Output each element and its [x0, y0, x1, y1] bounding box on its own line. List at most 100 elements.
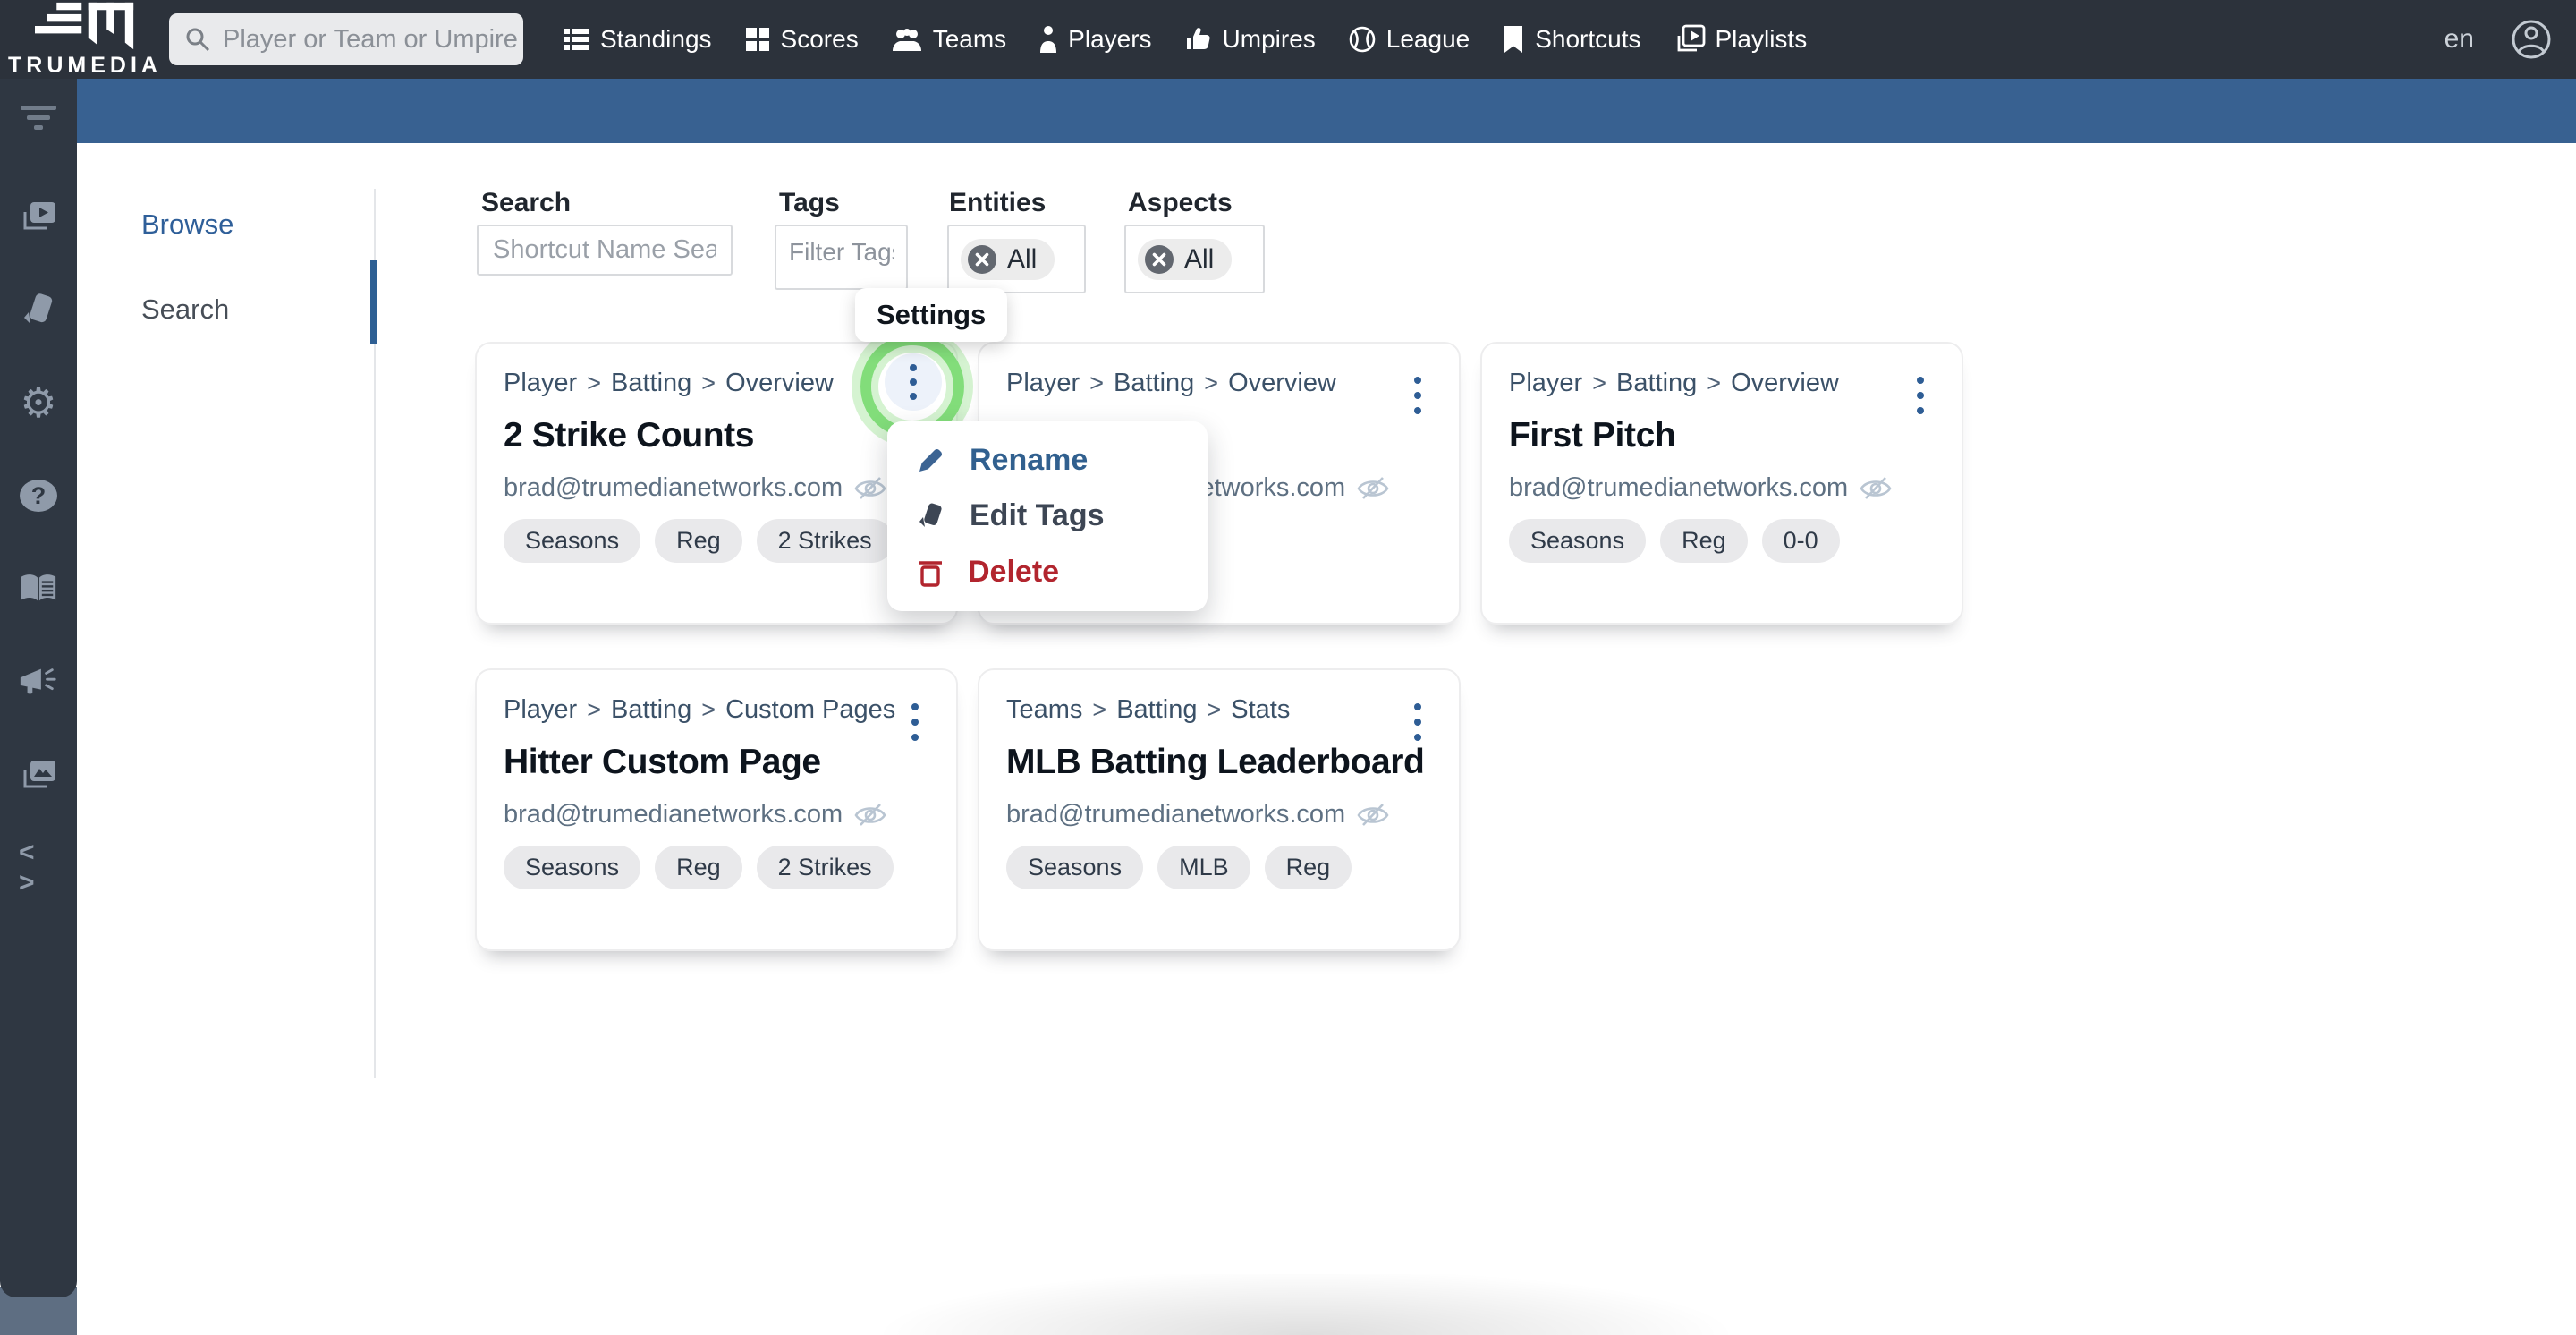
card-menu-button[interactable] — [1902, 369, 1938, 422]
entities-value: All — [1007, 243, 1038, 274]
shortcut-card[interactable]: Player > Batting > Overview 2 Strike Count… — [475, 342, 958, 625]
scores-icon — [744, 26, 771, 53]
nav-label: Shortcuts — [1535, 25, 1641, 53]
gear-icon[interactable]: ⚙ — [19, 382, 58, 423]
book-icon[interactable] — [19, 569, 58, 608]
subnav-item-search[interactable]: Search — [141, 293, 229, 326]
owner-email: brad@trumedianetworks.com — [1509, 473, 1849, 502]
card-menu-button[interactable] — [1400, 369, 1436, 422]
account-icon[interactable] — [2510, 18, 2553, 61]
nav-label: League — [1385, 25, 1470, 53]
shortcut-title: 2 Strike Counts — [504, 416, 755, 455]
subnav-item-browse[interactable]: Browse — [141, 208, 233, 241]
tag-icon — [916, 501, 946, 531]
playlists-icon — [1674, 24, 1706, 55]
card-menu-button[interactable] — [1400, 695, 1436, 749]
breadcrumb: Teams > Batting > Stats — [1006, 695, 1291, 724]
remove-filter-icon[interactable] — [1143, 243, 1175, 276]
menu-item-delete[interactable]: Delete — [887, 546, 1208, 599]
nav-item-teams[interactable]: Teams — [891, 25, 1006, 54]
card-menu-button[interactable] — [885, 353, 942, 411]
breadcrumb: Player > Batting > Custom Pages — [504, 695, 896, 724]
entities-all-pill[interactable]: All — [961, 238, 1055, 280]
pencil-icon — [916, 445, 946, 475]
chevron-right-icon: > — [587, 370, 601, 396]
code-icon[interactable]: < > — [19, 838, 58, 897]
nav-item-umpires[interactable]: Umpires — [1184, 25, 1316, 54]
settings-tooltip: Settings — [855, 288, 1008, 342]
nav-item-playlists[interactable]: Playlists — [1674, 24, 1808, 55]
nav-item-scores[interactable]: Scores — [744, 25, 859, 54]
trumedia-logo[interactable]: TRUMEDIA — [8, 1, 162, 78]
chevron-right-icon: > — [1089, 370, 1104, 396]
tag-chip: 0-0 — [1761, 519, 1840, 563]
breadcrumb: Player > Batting > Overview — [1509, 369, 1839, 397]
megaphone-icon[interactable] — [19, 662, 58, 702]
filter-entities-label: Entities — [949, 188, 1046, 217]
chevron-right-icon: > — [1592, 370, 1606, 396]
nav-label: Players — [1068, 25, 1152, 53]
brand-name: TRUMEDIA — [8, 52, 162, 78]
players-icon — [1038, 25, 1058, 54]
teams-icon — [891, 26, 923, 53]
remove-filter-icon[interactable] — [966, 243, 998, 276]
nav-item-players[interactable]: Players — [1038, 25, 1152, 54]
owner-email: brad@trumedianetworks.com — [1006, 800, 1346, 829]
shortcut-title: MLB Batting Leaderboard — [1006, 743, 1425, 781]
images-icon[interactable] — [19, 755, 58, 795]
nav-item-league[interactable]: League — [1348, 25, 1470, 54]
tag-chip: 2 Strikes — [756, 519, 894, 563]
filter-tags-input[interactable] — [776, 226, 906, 273]
nav-label: Playlists — [1715, 25, 1808, 53]
tag-list: Seasons Reg 2 Strikes — [504, 846, 929, 889]
aspects-value: All — [1184, 243, 1215, 274]
chevron-right-icon: > — [701, 370, 716, 396]
tag-chip: MLB — [1157, 846, 1250, 889]
chevron-right-icon: > — [587, 696, 601, 723]
nav-label: Umpires — [1222, 25, 1316, 53]
breadcrumb: Player > Batting > Overview — [1006, 369, 1336, 397]
tag-chip: Reg — [1264, 846, 1352, 889]
nav-item-standings[interactable]: Standings — [562, 25, 712, 54]
shortcut-card[interactable]: Player > Batting > Custom Pages Hitter Cus… — [475, 668, 958, 951]
league-icon — [1348, 25, 1377, 54]
bottom-shadow — [809, 1274, 1802, 1335]
tag-list: Seasons MLB Reg — [1006, 846, 1432, 889]
tags-stack-icon[interactable] — [19, 290, 58, 329]
global-search-input[interactable] — [223, 24, 560, 55]
language-selector[interactable]: en — [2445, 24, 2474, 55]
filter-aspects-field[interactable]: All — [1124, 225, 1265, 293]
filter-entities-field[interactable]: All — [947, 225, 1086, 293]
topbar-right: en — [2445, 0, 2553, 79]
shortcut-search-field[interactable] — [477, 225, 733, 276]
help-icon[interactable]: ? — [19, 476, 58, 515]
card-context-menu: Rename Edit Tags Delete — [887, 421, 1208, 611]
side-rail: ⚙ ? < > — [0, 79, 77, 1297]
trumedia-logo-icon — [32, 1, 138, 51]
tag-chip: Reg — [655, 519, 742, 563]
shortcuts-icon — [1502, 25, 1525, 54]
tag-chip: 2 Strikes — [756, 846, 894, 889]
subnav-active-indicator — [370, 260, 377, 344]
nav-label: Scores — [780, 25, 859, 53]
eye-off-icon — [853, 801, 887, 829]
chevron-right-icon: > — [1204, 370, 1219, 396]
chevron-right-icon: > — [1707, 370, 1722, 396]
aspects-all-pill[interactable]: All — [1138, 238, 1233, 280]
filter-tags-field[interactable] — [775, 225, 908, 290]
nav-label: Standings — [600, 25, 712, 53]
shortcut-title: Hitter Custom Page — [504, 743, 821, 781]
video-playlist-icon[interactable] — [19, 197, 58, 236]
menu-item-edit-tags[interactable]: Edit Tags — [887, 489, 1208, 543]
shortcut-card[interactable]: Player > Batting > Overview First Pitch br… — [1480, 342, 1963, 625]
shortcut-card[interactable]: Teams > Batting > Stats MLB Batting Leader… — [978, 668, 1461, 951]
shortcut-search-input[interactable] — [479, 226, 731, 274]
chevron-right-icon: > — [1207, 696, 1222, 723]
card-menu-button[interactable] — [897, 695, 933, 749]
nav-item-shortcuts[interactable]: Shortcuts — [1502, 25, 1641, 54]
global-search[interactable] — [169, 13, 560, 65]
top-navbar: TRUMEDIA Standings — [0, 0, 2576, 79]
filter-lines-icon[interactable] — [19, 104, 58, 132]
menu-item-rename[interactable]: Rename — [887, 433, 1208, 487]
umpires-icon — [1184, 26, 1213, 53]
